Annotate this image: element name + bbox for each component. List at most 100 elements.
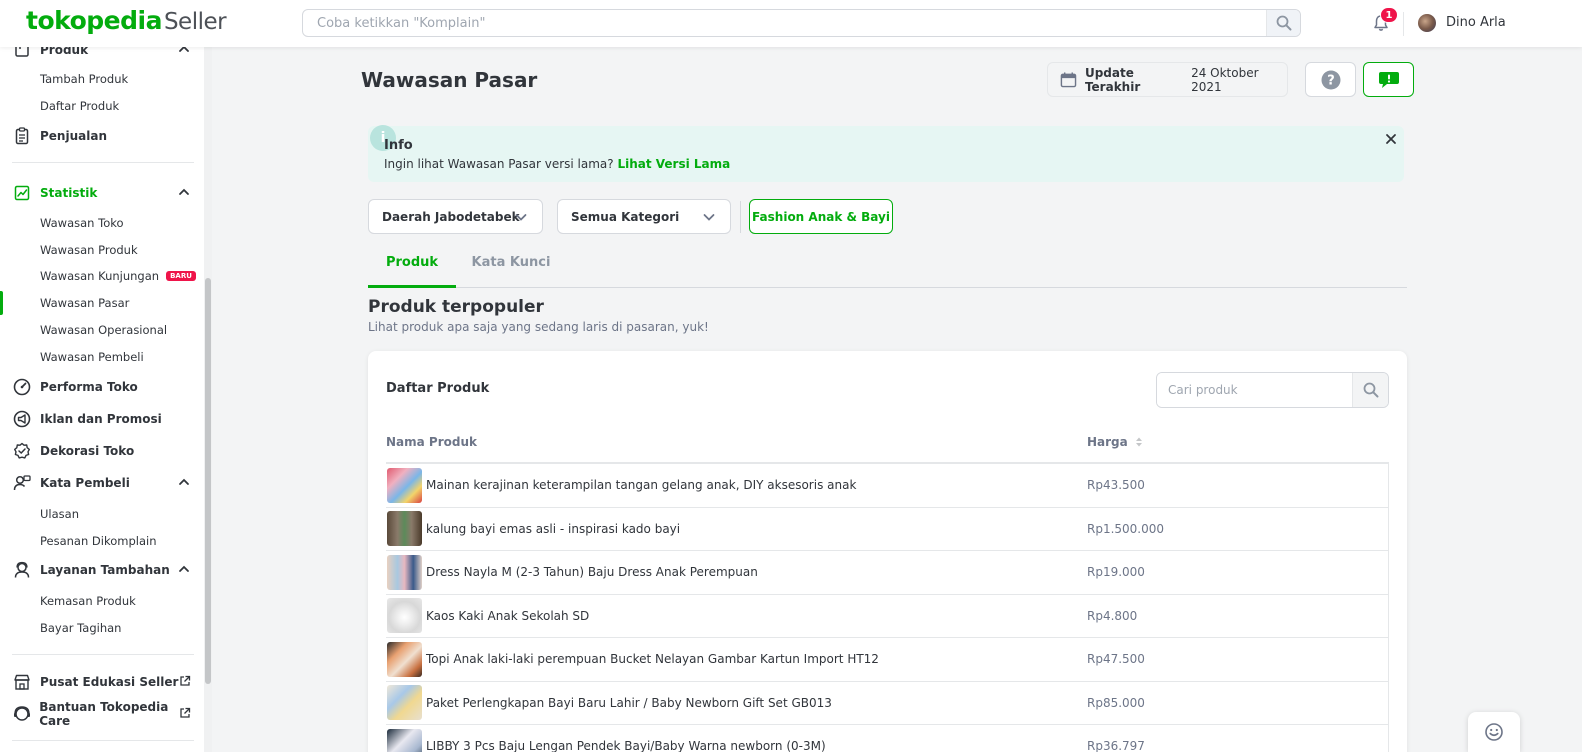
product-name[interactable]: Kaos Kaki Anak Sekolah SD (426, 609, 589, 623)
info-text: Ingin lihat Wawasan Pasar versi lama? Li… (384, 157, 730, 171)
table-row[interactable]: Paket Perlengkapan Bayi Baru Lahir / Bab… (386, 682, 1388, 725)
tab-produk[interactable]: Produk (368, 255, 456, 288)
sidebar-item-kata-pembeli[interactable]: Kata Pembeli (12, 472, 197, 494)
sidebar-item-produk[interactable]: Produk (12, 47, 197, 61)
sidebar-subitem-wawasan-operasional[interactable]: Wawasan Operasional (40, 321, 167, 339)
sidebar-divider (12, 740, 194, 741)
column-header-label: Harga (1087, 435, 1128, 449)
sidebar-divider (12, 654, 194, 655)
table-row[interactable]: kalung bayi emas asli - inspirasi kado b… (386, 508, 1388, 551)
global-search (302, 9, 1301, 37)
sidebar-subitem-wawasan-toko[interactable]: Wawasan Toko (40, 214, 124, 232)
product-name[interactable]: LIBBY 3 Pcs Baju Lengan Pendek Bayi/Baby… (426, 739, 826, 752)
top-bar: tokopediaSeller 1 Dino Arla (0, 0, 1582, 47)
filter-divider (740, 201, 741, 233)
sidebar-item-statistik[interactable]: Statistik (12, 182, 197, 204)
chart-icon (12, 183, 32, 203)
chevron-down-icon (515, 214, 527, 221)
product-thumbnail (387, 467, 422, 503)
product-rows: Mainan kerajinan keterampilan tangan gel… (386, 464, 1389, 752)
sidebar-scrollbar[interactable] (205, 278, 211, 684)
global-search-input[interactable] (303, 10, 1263, 36)
product-search-button[interactable] (1352, 373, 1388, 407)
section-title: Produk terpopuler (368, 297, 544, 317)
subcategory-chip[interactable]: Fashion Anak & Bayi (749, 199, 893, 234)
product-search-input[interactable] (1157, 373, 1352, 407)
active-indicator (0, 291, 3, 315)
calendar-icon (1060, 71, 1077, 87)
sidebar-subitem-bayar-tagihan[interactable]: Bayar Tagihan (40, 619, 121, 637)
product-name[interactable]: kalung bayi emas asli - inspirasi kado b… (426, 522, 680, 536)
category-dropdown[interactable]: Semua Kategori (557, 199, 731, 234)
feedback-button[interactable] (1363, 62, 1414, 97)
badge-check-icon (12, 441, 32, 461)
column-header-price[interactable]: Harga (1087, 435, 1143, 449)
chat-fab[interactable] (1468, 712, 1520, 752)
search-icon (1276, 15, 1291, 31)
avatar[interactable] (1418, 14, 1436, 32)
sidebar-subitem-daftar-produk[interactable]: Daftar Produk (40, 97, 119, 115)
sidebar-item-performa-toko[interactable]: Performa Toko (12, 376, 197, 398)
sidebar-subitem-pesanan-dikomplain[interactable]: Pesanan Dikomplain (40, 532, 156, 550)
external-link-icon (180, 675, 191, 686)
svg-text:?: ? (1327, 73, 1335, 88)
table-row[interactable]: Dress Nayla M (2-3 Tahun) Baju Dress Ana… (386, 551, 1388, 595)
sidebar-item-label: Bantuan Tokopedia Care (39, 700, 169, 728)
sidebar-subitem-kemasan-produk[interactable]: Kemasan Produk (40, 592, 136, 610)
sidebar-item-dekorasi-toko[interactable]: Dekorasi Toko (12, 440, 197, 462)
sidebar-item-label: Dekorasi Toko (40, 444, 135, 458)
product-name[interactable]: Mainan kerajinan keterampilan tangan gel… (426, 478, 856, 492)
sidebar-divider (12, 162, 194, 163)
sidebar-item-pusat-edukasi[interactable]: Pusat Edukasi Seller (12, 671, 197, 693)
tokopedia-seller-logo[interactable]: tokopediaSeller (26, 6, 227, 35)
product-name[interactable]: Dress Nayla M (2-3 Tahun) Baju Dress Ana… (426, 565, 758, 579)
product-price: Rp43.500 (1087, 478, 1145, 493)
sidebar-subitem-tambah-produk[interactable]: Tambah Produk (40, 70, 128, 88)
sidebar-item-label: Statistik (40, 186, 98, 200)
product-search (1156, 372, 1389, 408)
table-row[interactable]: Kaos Kaki Anak Sekolah SD Rp4.800 (386, 595, 1388, 638)
old-version-link[interactable]: Lihat Versi Lama (617, 157, 730, 171)
product-name[interactable]: Topi Anak laki-laki perempuan Bucket Nel… (426, 652, 879, 666)
section-subtitle: Lihat produk apa saja yang sedang laris … (368, 320, 709, 334)
support-icon (12, 704, 31, 724)
card-title: Daftar Produk (386, 381, 490, 396)
region-dropdown[interactable]: Daerah Jabodetabek (368, 199, 543, 234)
update-date: 24 Oktober 2021 (1191, 65, 1259, 94)
sidebar-subitem-wawasan-produk[interactable]: Wawasan Produk (40, 241, 138, 259)
sidebar-subitem-wawasan-kunjungan[interactable]: Wawasan Kunjungan BARU (40, 267, 196, 285)
product-price: Rp47.500 (1087, 652, 1145, 667)
table-row[interactable]: LIBBY 3 Pcs Baju Lengan Pendek Bayi/Baby… (386, 725, 1388, 752)
info-message: Ingin lihat Wawasan Pasar versi lama? (384, 157, 614, 171)
user-name[interactable]: Dino Arla (1446, 15, 1506, 30)
category-value: Semua Kategori (571, 209, 680, 224)
product-name[interactable]: Paket Perlengkapan Bayi Baru Lahir / Bab… (426, 696, 832, 710)
sidebar-item-label: Iklan dan Promosi (40, 412, 162, 426)
product-price: Rp4.800 (1087, 608, 1138, 623)
smile-icon (1485, 723, 1503, 741)
table-row[interactable]: Topi Anak laki-laki perempuan Bucket Nel… (386, 638, 1388, 682)
sidebar-item-bantuan[interactable]: Bantuan Tokopedia Care (12, 700, 197, 728)
help-button[interactable]: ? (1305, 62, 1356, 97)
product-price: Rp1.500.000 (1087, 521, 1165, 536)
sidebar-item-penjualan[interactable]: Penjualan (12, 125, 197, 147)
sidebar-item-label: Kata Pembeli (40, 476, 130, 490)
tab-kata-kunci[interactable]: Kata Kunci (466, 255, 556, 288)
product-thumbnail (387, 554, 422, 590)
close-icon[interactable] (1384, 132, 1398, 146)
speedometer-icon (12, 377, 32, 397)
chevron-up-icon (179, 188, 189, 195)
page-title: Wawasan Pasar (361, 68, 538, 92)
sidebar-subitem-wawasan-pembeli[interactable]: Wawasan Pembeli (40, 348, 144, 366)
new-badge: BARU (166, 271, 196, 281)
table-row[interactable]: Mainan kerajinan keterampilan tangan gel… (386, 464, 1388, 508)
search-button[interactable] (1266, 10, 1300, 36)
sidebar-item-iklan-promosi[interactable]: Iklan dan Promosi (12, 408, 197, 430)
notification-badge: 1 (1380, 7, 1398, 23)
sidebar-subitem-ulasan[interactable]: Ulasan (40, 505, 79, 523)
product-price: Rp36.797 (1087, 739, 1145, 752)
sidebar-subitem-wawasan-pasar[interactable]: Wawasan Pasar (40, 294, 129, 312)
search-icon (1363, 382, 1378, 398)
logo-text: tokopedia (26, 6, 162, 35)
sidebar-item-layanan-tambahan[interactable]: Layanan Tambahan (12, 559, 197, 581)
